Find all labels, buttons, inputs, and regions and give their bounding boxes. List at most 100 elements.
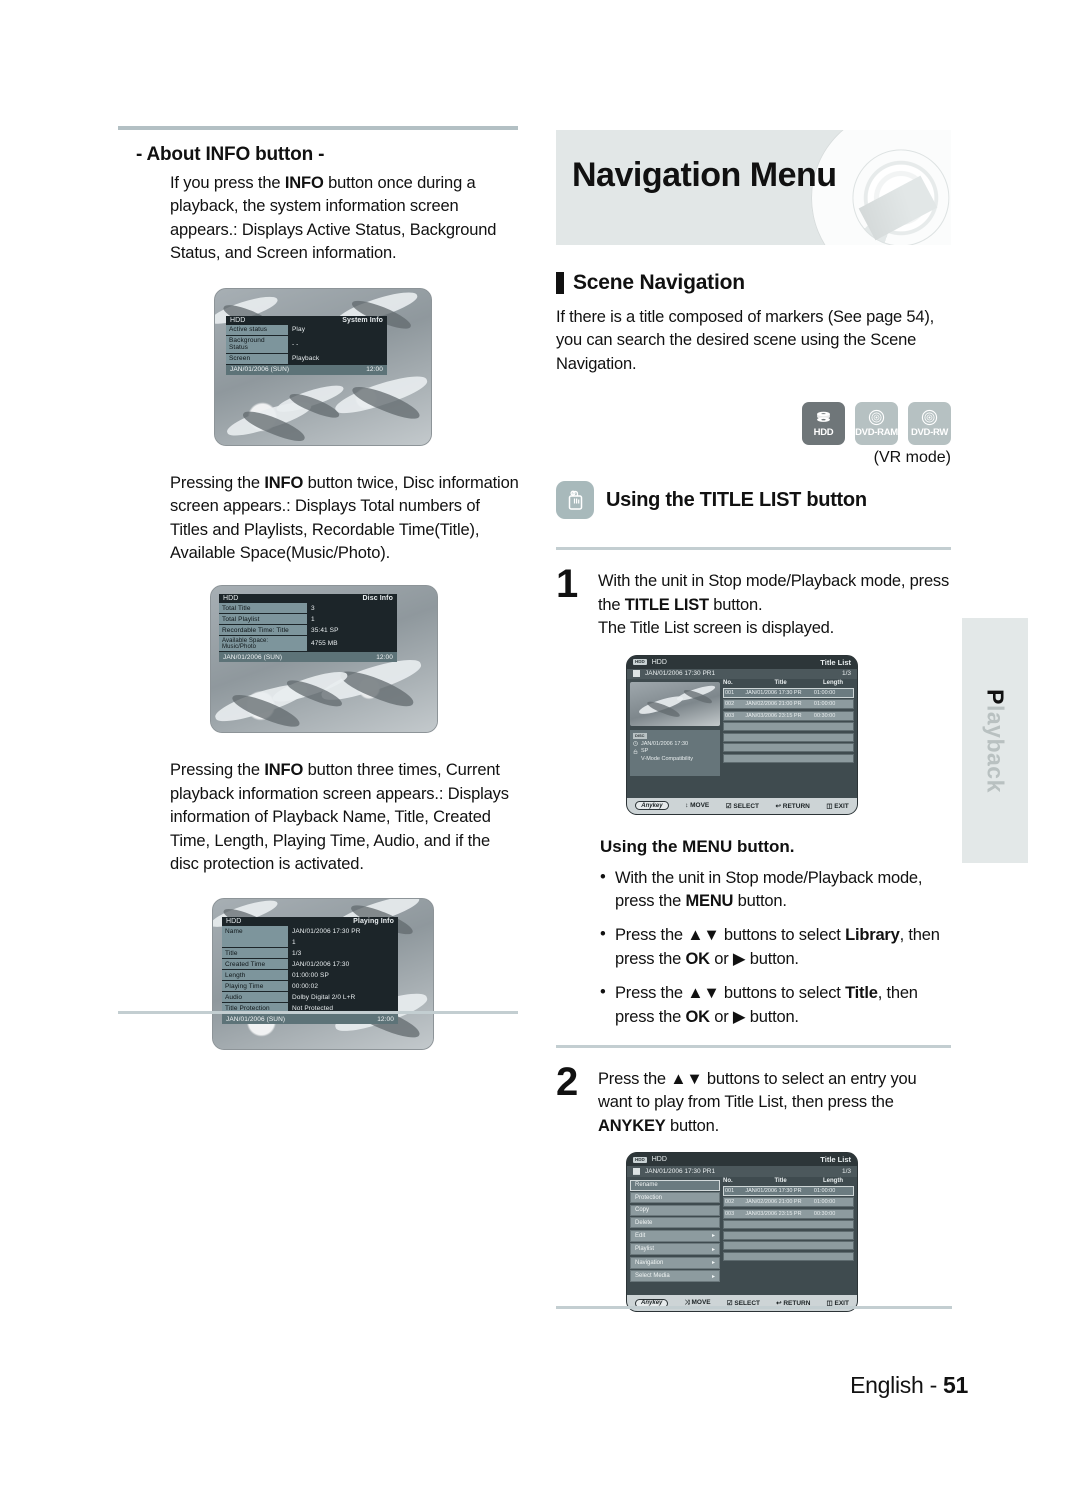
tl-info-mode: SP bbox=[641, 748, 649, 755]
tl-row-title: JAN/01/2006 17:30 PR bbox=[745, 1187, 802, 1194]
tl-column-headers: No. Title Length bbox=[723, 1177, 854, 1186]
osd-row: Created Time JAN/01/2006 17:30 bbox=[222, 959, 398, 970]
footer-page-number: 51 bbox=[943, 1372, 968, 1398]
scene-navigation-paragraph: If there is a title composed of markers … bbox=[556, 308, 935, 373]
menu-item-protection[interactable]: Protection bbox=[630, 1192, 720, 1204]
decorative-gull bbox=[275, 385, 345, 419]
menu-item-select-media[interactable]: Select Media ▸ bbox=[630, 1270, 720, 1283]
tl-row-title: JAN/03/2006 23:15 PR bbox=[745, 712, 802, 719]
scene-navigation-heading-row: Scene Navigation bbox=[556, 271, 951, 295]
step-1-text: With the unit in Stop mode/Playback mode… bbox=[598, 572, 950, 638]
osd-row-key: Screen bbox=[226, 353, 288, 364]
table-row-empty[interactable] bbox=[723, 1230, 854, 1240]
menu-item-playlist[interactable]: Playlist ▸ bbox=[630, 1243, 720, 1256]
tl-subheader: JAN/01/2006 17:30 PR1 1/3 bbox=[627, 668, 857, 679]
media-badge-label: HDD bbox=[813, 427, 834, 439]
table-row[interactable]: 003 JAN/03/2006 23:15 PR 00:30:00 bbox=[723, 1208, 854, 1219]
osd-row-key: Available Space: Music/Photo bbox=[219, 636, 307, 652]
tl-col-title: Title bbox=[774, 679, 787, 686]
menu-item-edit[interactable]: Edit ▸ bbox=[630, 1229, 720, 1242]
osd-footer: JAN/01/2006 (SUN) 12:00 bbox=[219, 652, 397, 663]
tl-col-title: Title bbox=[774, 1177, 787, 1184]
table-row[interactable]: 002 JAN/02/2006 21:00 PR 01:00:00 bbox=[723, 1197, 854, 1208]
osd-row-value: 4755 MB bbox=[311, 640, 338, 648]
step-divider-top bbox=[556, 547, 951, 551]
tl-row-no: 001 bbox=[725, 1187, 735, 1194]
tl-info-created: JAN/01/2006 17:30 bbox=[641, 740, 689, 747]
osd-row: Background Status - - bbox=[226, 335, 387, 353]
heading-bar-marker bbox=[556, 272, 564, 294]
osd-time: 12:00 bbox=[366, 366, 383, 374]
table-row[interactable]: 001 JAN/01/2006 17:30 PR 01:00:00 bbox=[723, 1185, 854, 1196]
table-row[interactable]: 001 JAN/01/2006 17:30 PR 01:00:00 bbox=[723, 687, 854, 698]
table-row-empty[interactable] bbox=[723, 753, 854, 763]
table-row-empty[interactable] bbox=[723, 1241, 854, 1251]
tl-screen-title: Title List bbox=[820, 1155, 851, 1165]
osd-panel-disc-info: HDD Disc Info Total Title 3 Total Playli… bbox=[219, 594, 397, 663]
tl-info-panel: DISC JAN/01/2006 17:30 SP V-Mode Compati… bbox=[630, 729, 720, 776]
tl-source-group: HDD HDD bbox=[633, 659, 667, 666]
menu-item-delete[interactable]: Delete bbox=[630, 1217, 720, 1229]
tl-col-no: No. bbox=[723, 1177, 733, 1184]
anykey-logo: Anykey bbox=[635, 801, 669, 811]
menu-button-bullets: With the unit in Stop mode/Playback mode… bbox=[600, 866, 951, 1030]
table-row-empty[interactable] bbox=[723, 1251, 854, 1261]
press-button-hand-icon bbox=[556, 481, 594, 520]
film-strip-icon bbox=[633, 670, 640, 678]
table-row[interactable]: 003 JAN/03/2006 23:15 PR 00:30:00 bbox=[723, 710, 854, 721]
media-badge-label: DVD-RW bbox=[910, 427, 949, 439]
tl-header: HDD HDD Title List bbox=[627, 1153, 857, 1167]
osd-date: JAN/01/2006 (SUN) bbox=[230, 366, 290, 374]
osd-row: Length 01:00:00 SP bbox=[222, 970, 398, 981]
step-2: 2 Press the ▲▼ buttons to select an entr… bbox=[556, 1060, 951, 1138]
tl-page-indicator: 1/3 bbox=[841, 670, 851, 678]
tl-footer-select: ☑ SELECT bbox=[725, 802, 760, 810]
media-badge-dvd-rw: DVD-RW bbox=[908, 402, 951, 446]
menu-item-copy[interactable]: Copy bbox=[630, 1204, 720, 1216]
osd-row: Title 1/3 bbox=[222, 948, 398, 959]
tl-subheader: JAN/01/2006 17:30 PR1 1/3 bbox=[627, 1166, 857, 1177]
press-button-hand-icon-glyph bbox=[568, 490, 583, 511]
step-1: 1 With the unit in Stop mode/Playback mo… bbox=[556, 564, 951, 640]
submenu-arrow-icon: ▸ bbox=[711, 1260, 715, 1267]
menu-item-rename[interactable]: Rename bbox=[630, 1179, 720, 1191]
tl-list-pane: No. Title Length 001 JAN/01/2006 17:30 P… bbox=[723, 1177, 857, 1273]
clock-icon bbox=[633, 741, 638, 746]
osd-source: HDD bbox=[226, 918, 242, 926]
left-column: - About INFO button - If you press the I… bbox=[118, 126, 519, 1051]
tl-list-pane: No. Title Length 001 JAN/01/2006 17:30 P… bbox=[723, 679, 857, 775]
table-row-empty[interactable] bbox=[723, 732, 854, 742]
osd-time: 12:00 bbox=[376, 653, 393, 661]
osd-source: HDD bbox=[223, 595, 239, 603]
osd-row-value: Dolby Digital 2/0 L+R bbox=[292, 993, 356, 1001]
side-tab-label: Playback bbox=[982, 688, 1009, 793]
table-row-empty[interactable] bbox=[723, 1220, 854, 1230]
osd-panel-playing-info: HDD Playing Info Name JAN/01/2006 17:30 … bbox=[222, 917, 398, 1025]
table-row-empty[interactable] bbox=[723, 743, 854, 753]
osd-row-value: JAN/01/2006 17:30 bbox=[292, 960, 350, 968]
osd-date: JAN/01/2006 (SUN) bbox=[226, 1015, 286, 1023]
osd-screen-title: Disc Info bbox=[362, 595, 393, 603]
step-2-number: 2 bbox=[556, 1060, 579, 1105]
tl-col-length: Length bbox=[823, 1177, 844, 1184]
osd-row-value: 1/3 bbox=[292, 949, 302, 957]
osd-row-value: 35:41 SP bbox=[311, 626, 339, 634]
osd-row-key: Total Playlist bbox=[219, 614, 307, 625]
menu-item-navigation[interactable]: Navigation ▸ bbox=[630, 1256, 720, 1269]
table-row-empty[interactable] bbox=[723, 722, 854, 732]
osd-row-key: Audio bbox=[222, 992, 288, 1003]
tl-row-no: 003 bbox=[725, 712, 735, 719]
title-list-heading: Using the TITLE LIST button bbox=[606, 488, 867, 511]
osd-row-value: 1 bbox=[311, 615, 315, 623]
table-row[interactable]: 002 JAN/02/2006 21:00 PR 01:00:00 bbox=[723, 699, 854, 710]
media-badge-dvd-ram: DVD-RAM bbox=[855, 402, 898, 446]
osd-source: HDD bbox=[230, 316, 246, 324]
osd-row-key: Background Status bbox=[226, 335, 288, 353]
osd-row: Total Title 3 bbox=[219, 603, 397, 614]
tl-row-length: 01:00:00 bbox=[813, 1199, 836, 1206]
scene-navigation-heading: Scene Navigation bbox=[573, 271, 745, 294]
page-footer: English - 51 bbox=[0, 1372, 1080, 1399]
media-badge-hdd: HDD bbox=[802, 402, 845, 446]
tl-row-length: 01:00:00 bbox=[813, 701, 836, 708]
tl-source-label: HDD bbox=[651, 1156, 667, 1164]
